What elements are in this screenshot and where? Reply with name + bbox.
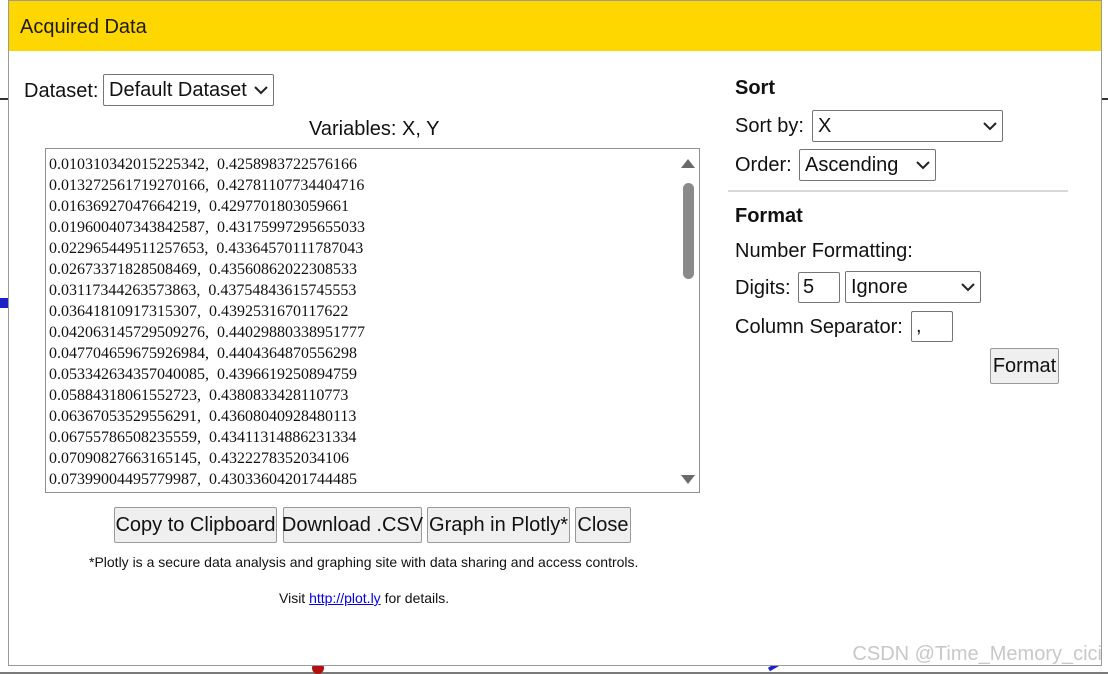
data-row: 0.06367053529556291, 0.43608040928480113 <box>49 408 357 425</box>
chevron-down-icon <box>249 75 273 105</box>
dataset-label: Dataset: <box>24 80 99 102</box>
dialog-titlebar: Acquired Data <box>9 1 1101 51</box>
watermark: CSDN @Time_Memory_cici <box>852 643 1102 665</box>
chevron-down-icon <box>978 111 1002 141</box>
chevron-down-icon <box>911 150 935 180</box>
download-csv-button[interactable]: Download .CSV <box>282 507 423 543</box>
data-rows: 0.010310342015225342, 0.4258983722576166… <box>49 154 675 490</box>
data-row: 0.03117344263573863, 0.43754843615745553 <box>49 282 357 299</box>
chevron-down-icon <box>956 272 980 302</box>
plotly-disclaimer: *Plotly is a secure data analysis and gr… <box>89 554 639 570</box>
sort-by-label: Sort by: <box>735 115 804 137</box>
data-row: 0.07399004495779987, 0.43033604201744485 <box>49 471 357 488</box>
data-row: 0.042063145729509276, 0.4402988033895177… <box>49 324 365 341</box>
data-row: 0.03641810917315307, 0.4392531670117622 <box>49 303 349 320</box>
digits-input[interactable]: 5 <box>798 272 840 303</box>
data-row: 0.019600407343842587, 0.4317599729565503… <box>49 219 365 236</box>
data-row: 0.06755786508235559, 0.43411314886231334 <box>49 429 357 446</box>
sort-by-select[interactable]: X <box>812 110 1003 142</box>
section-divider <box>728 190 1068 192</box>
graph-in-plotly-button[interactable]: Graph in Plotly* <box>427 507 570 543</box>
data-row: 0.07090827663165145, 0.4322278352034106 <box>49 450 349 467</box>
format-heading: Format <box>735 205 803 227</box>
plotly-visit-note: Visit http://plot.ly for details. <box>279 590 449 606</box>
sort-heading: Sort <box>735 77 775 99</box>
data-row: 0.02673371828508469, 0.43560862022308533 <box>49 261 357 278</box>
scroll-down-arrow-icon[interactable] <box>680 474 696 486</box>
data-row: 0.010310342015225342, 0.4258983722576166 <box>49 156 357 173</box>
data-row: 0.022965449511257653, 0.4336457011178704… <box>49 240 364 257</box>
dataset-select[interactable]: Default Dataset <box>103 74 274 106</box>
data-textarea[interactable]: 0.010310342015225342, 0.4258983722576166… <box>45 148 700 493</box>
sort-by-value: X <box>818 114 832 137</box>
column-separator-input[interactable]: , <box>911 311 953 342</box>
data-row: 0.05884318061552723, 0.4380833428110773 <box>49 387 349 404</box>
data-row: 0.047704659675926984, 0.4404364870556298 <box>49 345 357 362</box>
number-formatting-label: Number Formatting: <box>735 240 913 262</box>
order-value: Ascending <box>805 153 899 176</box>
plotly-link[interactable]: http://plot.ly <box>309 590 381 606</box>
visit-prefix: Visit <box>279 590 310 606</box>
digits-label: Digits: <box>735 277 791 299</box>
digits-mode-select[interactable]: Ignore <box>845 271 981 303</box>
data-row: 0.053342634357040085, 0.4396619250894759 <box>49 366 357 383</box>
visit-suffix: for details. <box>380 590 450 606</box>
background-curve-fragment <box>0 298 8 308</box>
order-label: Order: <box>735 154 792 176</box>
variables-label: Variables: X, Y <box>309 118 440 140</box>
scrollbar-thumb[interactable] <box>683 183 694 279</box>
dialog-title: Acquired Data <box>20 16 147 38</box>
copy-to-clipboard-button[interactable]: Copy to Clipboard <box>114 507 277 543</box>
digits-mode-value: Ignore <box>851 275 908 298</box>
data-row: 0.01636927047664219, 0.4297701803059661 <box>49 198 349 215</box>
data-scrollbar[interactable] <box>677 149 699 492</box>
column-separator-label: Column Separator: <box>735 316 903 338</box>
acquired-data-dialog: Acquired Data Dataset: Default Dataset V… <box>8 0 1102 666</box>
scroll-up-arrow-icon[interactable] <box>680 157 696 169</box>
data-row: 0.013272561719270166, 0.4278110773440471… <box>49 177 365 194</box>
dataset-select-value: Default Dataset <box>109 78 247 101</box>
format-button[interactable]: Format <box>990 348 1059 384</box>
close-button[interactable]: Close <box>575 507 631 543</box>
order-select[interactable]: Ascending <box>799 149 936 181</box>
